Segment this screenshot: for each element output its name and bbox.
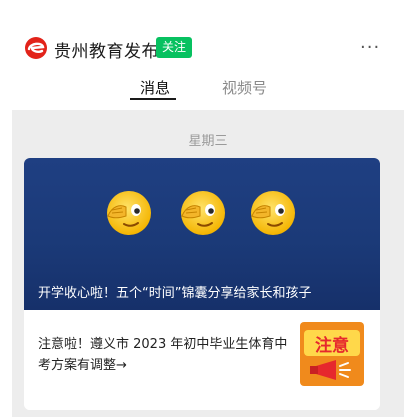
facepalm-emoji-icon [251,191,295,235]
article-card: 开学收心啦！五个“时间”锦囊分享给家长和孩子 注意啦！遵义市 2023 年初中毕… [24,158,380,410]
sub-article-title[interactable]: 注意啦！遵义市 2023 年初中毕业生体育中考方案有调整→ [38,334,288,376]
sub-article-thumbnail[interactable]: 注意 [300,322,364,386]
more-dots-icon[interactable]: ··· [360,37,380,58]
day-label: 星期三 [188,134,228,149]
active-tab-indicator [130,98,176,100]
sub-article[interactable]: 注意啦！遵义市 2023 年初中毕业生体育中考方案有调整→ 注意 [24,310,380,410]
cover-emoji-row [24,186,380,238]
tab-channels[interactable]: 视频号 [222,77,267,98]
account-header: 贵州教育发布 关注 ··· 消息 视频号 [0,0,416,110]
facepalm-emoji-icon [181,191,225,235]
main-article[interactable]: 开学收心啦！五个“时间”锦囊分享给家长和孩子 [24,158,380,310]
tab-messages[interactable]: 消息 [140,77,170,98]
facepalm-emoji-icon [107,191,151,235]
account-logo-icon[interactable] [24,36,48,60]
account-name[interactable]: 贵州教育发布 [54,37,159,62]
thumbnail-text: 注意 [315,335,349,356]
message-feed: 星期三 开学收心啦！五个“时间”锦囊分享给家长和孩子 注意啦！遵义市 2023 … [12,110,404,417]
follow-button[interactable]: 关注 [156,37,193,58]
main-article-headline[interactable]: 开学收心啦！五个“时间”锦囊分享给家长和孩子 [38,282,368,301]
